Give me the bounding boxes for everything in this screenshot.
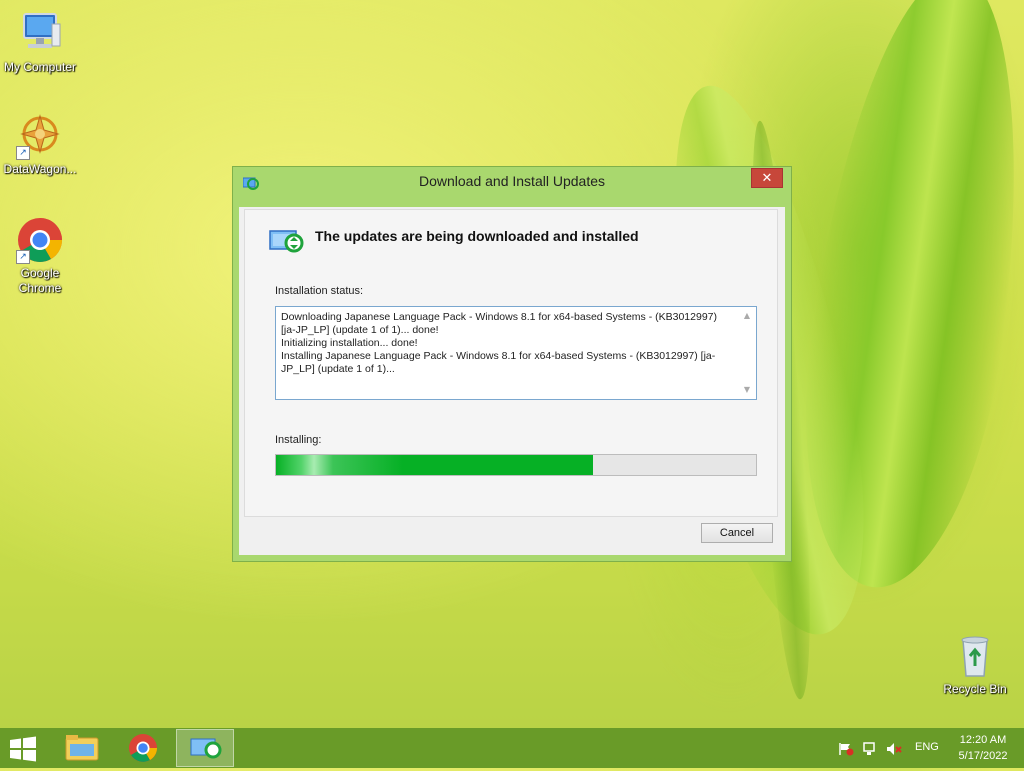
desktop-icon-label: Google Chrome: [18, 266, 62, 295]
status-line: [ja-JP_LP] (update 1 of 1)... done!: [281, 324, 439, 336]
datawagon-icon: ↗: [16, 112, 64, 160]
status-line: Initializing installation... done!: [281, 337, 418, 349]
recycle-bin-icon: [951, 632, 999, 680]
dialog-heading: The updates are being downloaded and ins…: [315, 228, 639, 244]
status-log-text: Downloading Japanese Language Pack - Win…: [281, 311, 738, 376]
desktop-icon-my-computer[interactable]: My Computer: [0, 10, 80, 75]
taskbar-file-explorer[interactable]: [52, 729, 110, 767]
taskbar-windows-update[interactable]: [176, 729, 234, 767]
desktop-icon-datawagon[interactable]: ↗ DataWagon...: [0, 112, 80, 177]
speaker-muted-icon[interactable]: [886, 741, 902, 755]
installing-label: Installing:: [275, 434, 322, 446]
taskbar-clock[interactable]: 12:20 AM 5/17/2022: [950, 732, 1016, 764]
chrome-icon: [129, 734, 157, 762]
installation-status-log[interactable]: Downloading Japanese Language Pack - Win…: [275, 306, 757, 400]
scroll-up-arrow-icon[interactable]: ▲: [741, 310, 753, 322]
shortcut-arrow-icon: ↗: [16, 146, 30, 160]
windows-update-icon: [269, 228, 305, 254]
computer-icon: [16, 10, 64, 58]
dialog-client-area: The updates are being downloaded and ins…: [239, 207, 785, 555]
dialog-title: Download and Install Updates: [418, 173, 605, 189]
desktop-icon-label: DataWagon...: [3, 162, 77, 176]
desktop-icon-label: Recycle Bin: [943, 682, 1007, 696]
input-language-indicator[interactable]: ENG: [915, 741, 939, 753]
clock-time: 12:20 AM: [959, 734, 1007, 746]
progress-fill: [276, 455, 593, 475]
network-icon[interactable]: [862, 741, 878, 755]
windows-update-icon: [190, 738, 222, 759]
windows-logo-icon: [10, 736, 36, 762]
taskbar-chrome[interactable]: [114, 729, 172, 767]
scroll-down-arrow-icon[interactable]: ▼: [741, 384, 753, 396]
status-line: JP_LP] (update 1 of 1)...: [281, 363, 395, 375]
update-dialog: Download and Install Updates ✕ The updat…: [232, 166, 792, 562]
clock-date: 5/17/2022: [958, 750, 1008, 762]
file-explorer-icon: [65, 735, 99, 761]
desktop-icon-recycle-bin[interactable]: Recycle Bin: [935, 632, 1015, 697]
cancel-button[interactable]: Cancel: [701, 523, 773, 543]
close-button[interactable]: ✕: [751, 168, 783, 188]
status-line: Installing Japanese Language Pack - Wind…: [281, 350, 716, 362]
dialog-content-panel: The updates are being downloaded and ins…: [244, 209, 778, 517]
dialog-titlebar[interactable]: Download and Install Updates ✕: [233, 167, 791, 197]
status-line: Downloading Japanese Language Pack - Win…: [281, 311, 718, 323]
desktop-icon-label: My Computer: [3, 60, 77, 74]
shortcut-arrow-icon: ↗: [16, 250, 30, 264]
taskbar: ENG 12:20 AM 5/17/2022: [0, 728, 1024, 768]
start-button[interactable]: [8, 736, 38, 762]
action-center-flag-icon[interactable]: [838, 741, 854, 756]
install-progress-bar: [275, 454, 757, 476]
installation-status-label: Installation status:: [275, 285, 364, 297]
chrome-icon: ↗: [16, 216, 64, 264]
desktop-icon-google-chrome[interactable]: ↗ Google Chrome: [0, 216, 80, 296]
